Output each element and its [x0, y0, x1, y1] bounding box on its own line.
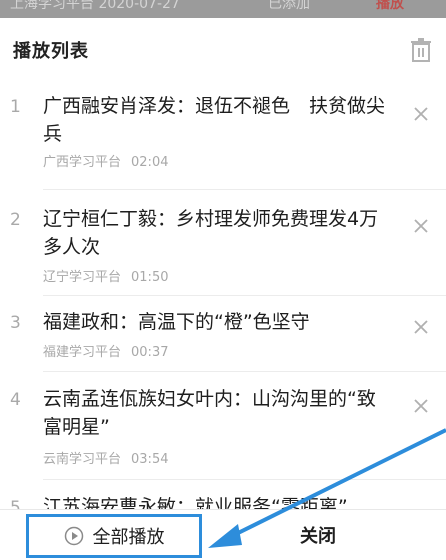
- item-source: 福建学习平台 00:37: [43, 345, 169, 360]
- list-item[interactable]: 3 福建政和：高温下的“橙”色坚守 福建学习平台 00:37: [0, 296, 446, 372]
- play-all-button[interactable]: 全部播放: [26, 514, 202, 558]
- background-strip: 上海学习平台 2020-07-27 已添加 播放: [0, 0, 446, 18]
- item-source: 云南学习平台 03:54: [43, 452, 169, 467]
- playlist-header: 播放列表: [0, 18, 446, 80]
- remove-icon[interactable]: [413, 218, 429, 234]
- item-title: 广西融安肖泽发：退伍不褪色 扶贫做尖兵: [43, 95, 386, 145]
- item-number: 1: [10, 97, 21, 117]
- close-button[interactable]: 关闭: [300, 522, 336, 548]
- list-item[interactable]: 2 辽宁桓仁丁毅：乡村理发师免费理发4万多人次 辽宁学习平台 01:50: [0, 190, 446, 296]
- background-meta: 上海学习平台 2020-07-27: [10, 0, 180, 12]
- item-title: 福建政和：高温下的“橙”色坚守: [43, 311, 310, 333]
- playlist-sheet: 播放列表 1 广西融安肖泽发：退伍不褪色 扶贫做尖兵 广西学习平台 02:04 2…: [0, 18, 446, 560]
- remove-icon[interactable]: [413, 398, 429, 414]
- remove-icon[interactable]: [413, 106, 429, 122]
- item-source: 广西学习平台 02:04: [43, 155, 169, 170]
- item-number: 2: [10, 210, 21, 230]
- background-play: 播放: [376, 0, 404, 12]
- remove-icon[interactable]: [413, 319, 429, 335]
- background-collected: 已添加: [268, 0, 310, 12]
- list-item[interactable]: 1 广西融安肖泽发：退伍不褪色 扶贫做尖兵 广西学习平台 02:04: [0, 80, 446, 190]
- item-number: 4: [10, 390, 21, 410]
- item-source: 辽宁学习平台 01:50: [43, 270, 169, 285]
- list-item[interactable]: 4 云南孟连佤族妇女叶内：山沟沟里的“致富明星” 云南学习平台 03:54: [0, 372, 446, 480]
- play-all-label: 全部播放: [92, 527, 165, 548]
- item-title: 云南孟连佤族妇女叶内：山沟沟里的“致富明星”: [43, 388, 376, 438]
- item-title: 辽宁桓仁丁毅：乡村理发师免费理发4万多人次: [43, 208, 379, 258]
- play-circle-icon: [64, 526, 83, 546]
- item-number: 3: [10, 313, 21, 333]
- playlist-title: 播放列表: [13, 41, 89, 62]
- playlist-footer: 全部播放 关闭: [0, 509, 446, 560]
- trash-icon[interactable]: [410, 38, 432, 62]
